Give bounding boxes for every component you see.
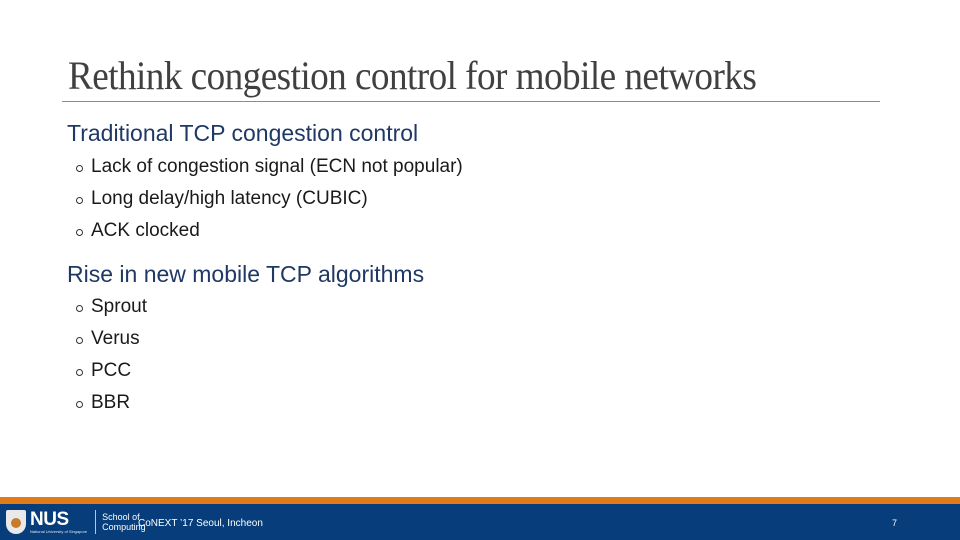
section-heading-traditional: Traditional TCP congestion control xyxy=(67,120,419,146)
bullet-item: Verus xyxy=(76,328,140,350)
footer-conference: CoNEXT ’17 Seoul, Incheon xyxy=(138,518,263,529)
bullet-circle-icon xyxy=(76,400,83,408)
title-divider xyxy=(62,101,880,102)
page-number: 7 xyxy=(892,518,898,528)
bullet-item: ACK clocked xyxy=(76,220,200,242)
bullet-circle-icon xyxy=(76,228,83,236)
bullet-circle-icon xyxy=(76,164,83,172)
nus-logo: NUS National University of Singapore Sch… xyxy=(6,508,146,536)
bullet-item: Long delay/high latency (CUBIC) xyxy=(76,188,368,210)
logo-subtext: National University of Singapore xyxy=(30,529,88,534)
bullet-item: PCC xyxy=(76,360,131,382)
bullet-circle-icon xyxy=(76,368,83,376)
university-crest-icon xyxy=(6,510,26,534)
bullet-item: BBR xyxy=(76,392,130,414)
logo-divider xyxy=(95,510,97,534)
bullet-circle-icon xyxy=(76,196,83,204)
bullet-circle-icon xyxy=(76,336,83,344)
section-heading-new-algorithms: Rise in new mobile TCP algorithms xyxy=(67,261,425,287)
slide-title: Rethink congestion control for mobile ne… xyxy=(68,53,757,98)
bullet-item: Lack of congestion signal (ECN not popul… xyxy=(76,156,463,178)
bullet-circle-icon xyxy=(76,304,83,312)
logo-text: NUS xyxy=(30,509,69,530)
bullet-item: Sprout xyxy=(76,296,147,318)
footer-accent-bar xyxy=(0,497,960,504)
